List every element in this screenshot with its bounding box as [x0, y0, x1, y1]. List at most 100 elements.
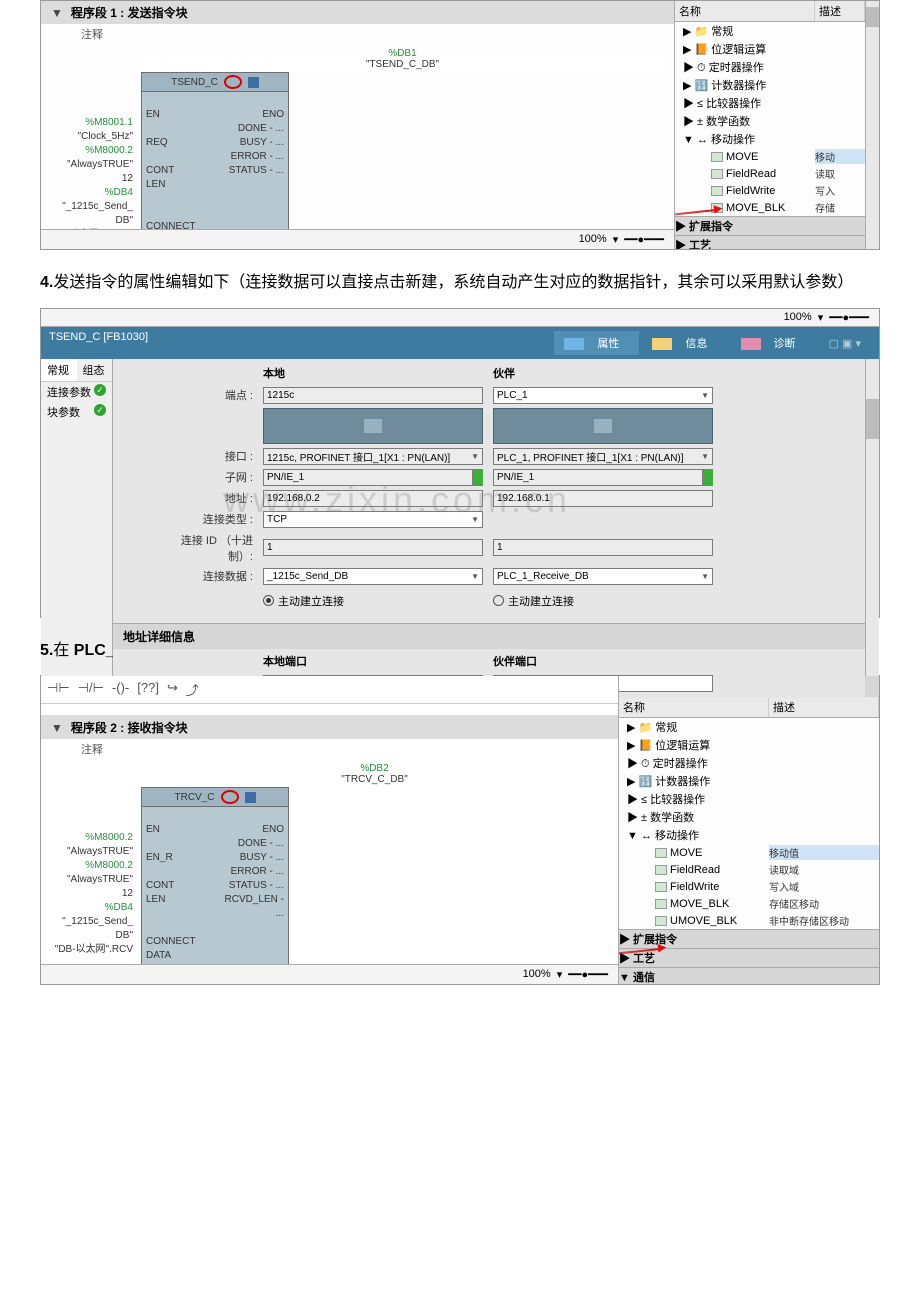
tree-item[interactable]: ▶ 📙 位逻辑运算	[619, 736, 879, 754]
zoom-slider[interactable]: ━━●━━━	[568, 968, 608, 981]
link-icon	[703, 469, 713, 486]
sidebar-tab-config[interactable]: 组态	[77, 359, 113, 382]
hdr-local: 本地	[263, 365, 483, 383]
tree-item[interactable]: ▶ 🔢 计数器操作	[675, 76, 865, 94]
toolbar-button[interactable]: ⊣/⊢	[78, 680, 104, 699]
toolbar-button[interactable]: ⤴	[186, 680, 199, 699]
fb-trcv-c[interactable]: TRCV_C EN EN_R CONT LEN	[141, 787, 289, 980]
tree-item[interactable]: MOVE移动	[675, 148, 865, 165]
tree-item[interactable]: ▼ 通信	[619, 967, 879, 984]
toolbar-button[interactable]: [??]	[137, 680, 159, 699]
toolbar-button[interactable]: -()-	[112, 680, 129, 699]
tree-item[interactable]: ▶ 📁 常规	[619, 718, 879, 736]
instruction-tree: ▾基本指令 名称描述 ▶ 📁 常规▶ 📙 位逻辑运算▶ ⏱ 定时器操作▶ 🔢 计…	[619, 676, 879, 984]
zoom-dropdown-icon[interactable]: ▾	[613, 233, 619, 246]
fb-tsend-c[interactable]: TSEND_C EN REQ CONT LEN	[141, 72, 289, 249]
tree-item[interactable]: FieldWrite写入域	[619, 878, 879, 895]
tree-item[interactable]: ▶ 📁 常规	[675, 22, 865, 40]
toolbar-button[interactable]: ⊣⊢	[47, 680, 70, 699]
tree-item[interactable]: ▶ 扩展指令	[675, 216, 865, 235]
config-icon[interactable]	[245, 792, 256, 803]
block-name: TSEND_C	[171, 77, 218, 88]
status-ok-icon: ✓	[94, 404, 106, 416]
zoom-dropdown-icon[interactable]: ▾	[557, 968, 563, 981]
segment-title: 发送指令块	[128, 6, 188, 20]
sidebar-tab-general[interactable]: 常规	[41, 359, 77, 382]
tree-item[interactable]: ▶ 🔢 计数器操作	[619, 772, 879, 790]
subnet-partner: PN/IE_1	[493, 469, 703, 486]
status-ok-icon: ✓	[94, 384, 106, 396]
tree-item[interactable]: ▼ ↔ 移动操作	[675, 130, 865, 148]
tree-item[interactable]: ▶ 工艺	[675, 235, 865, 249]
radio-active-local[interactable]: 主动建立连接	[263, 593, 483, 609]
instruction-icon	[711, 169, 723, 179]
segment-header[interactable]: ▼ 程序段 1 : 发送指令块	[41, 1, 674, 24]
tree-item[interactable]: MOVE_BLK存储区移动	[619, 895, 879, 912]
tree-item[interactable]: ▶ 📙 位逻辑运算	[675, 40, 865, 58]
tree-item[interactable]: UMOVE_BLK非中断存储区移动	[619, 912, 879, 929]
segment-comment: 注释	[41, 739, 618, 759]
collapse-icon[interactable]: ▼	[51, 721, 63, 735]
screenshot-properties: 100% ▾ ━━●━━━ TSEND_C [FB1030] 属性 信息 诊断 …	[40, 308, 880, 618]
window-controls[interactable]: ▢ ▣ ▾	[819, 335, 871, 352]
zoom-dropdown-icon[interactable]: ▾	[818, 311, 824, 324]
zoom-bar: 100% ▾ ━━●━━━	[41, 229, 674, 249]
tree-item[interactable]: MOVE移动值	[619, 844, 879, 861]
tree-item[interactable]: ▶ ⏱ 定时器操作	[619, 754, 879, 772]
tab-properties[interactable]: 属性	[554, 331, 639, 355]
pins-left: EN REQ CONT LEN CONNECT DATA COM_RST	[142, 92, 215, 249]
segment-header[interactable]: ▼ 程序段 2 : 接收指令块	[41, 716, 618, 739]
addr-local: 192.168.0.2	[263, 490, 483, 507]
sidebar-item-blockparams[interactable]: 块参数✓	[41, 402, 112, 422]
tree-item[interactable]: MOVE_BLK存储	[675, 199, 865, 216]
screenshot-ladder-recv: ⊣⊢⊣/⊢-()- [??]↪⤴ ▼ 程序段 2 : 接收指令块 注释 %DB2…	[40, 675, 880, 985]
connid-partner: 1	[493, 539, 713, 556]
segment-prefix: 程序段 1	[71, 6, 117, 20]
chevron-down-icon: ▼	[701, 391, 709, 400]
conndata-local[interactable]: _1215c_Send_DB▼	[263, 568, 483, 585]
ladder-toolbar: ⊣⊢ ⊣/⊢ -()- [??] ↪ ⤴	[41, 676, 618, 704]
tree-item[interactable]: ▼ ↔ 移动操作	[619, 826, 879, 844]
tree-item[interactable]: ▶ ≤ 比较器操作	[675, 94, 865, 112]
tab-diagnostics[interactable]: 诊断	[731, 331, 816, 355]
segment-prefix: 程序段 2	[71, 721, 117, 735]
link-icon	[473, 469, 483, 486]
tree-item[interactable]: ▶ ≤ 比较器操作	[619, 790, 879, 808]
connid-local: 1	[263, 539, 483, 556]
block-name: TRCV_C	[174, 792, 214, 803]
interface-local[interactable]: 1215c, PROFINET 接口_1[X1 : PN(LAN)]▼	[263, 448, 483, 465]
instruction-icon	[655, 848, 667, 858]
zoom-slider[interactable]: ━━●━━━	[624, 233, 664, 246]
scrollbar[interactable]	[865, 359, 879, 698]
red-circle-annotation	[221, 790, 239, 804]
tree-item[interactable]: FieldWrite写入	[675, 182, 865, 199]
instance-db: %DB1 "TSEND_C_DB"	[141, 48, 664, 70]
radio-active-partner[interactable]: 主动建立连接	[493, 593, 713, 609]
zoom-slider[interactable]: ━━●━━━	[829, 311, 869, 324]
sidebar-item-connection[interactable]: 连接参数✓	[41, 382, 112, 402]
tree-item[interactable]: ▶ ± 数学函数	[619, 808, 879, 826]
caption-4: 4.发送指令的属性编辑如下（连接数据可以直接点击新建，系统自动产生对应的数据指针…	[40, 270, 880, 296]
zoom-value: 100%	[523, 968, 551, 981]
addr-partner: 192.168.0.1	[493, 490, 713, 507]
tree-item[interactable]: FieldRead读取	[675, 165, 865, 182]
config-icon[interactable]	[248, 77, 259, 88]
tab-info[interactable]: 信息	[642, 331, 727, 355]
scrollbar[interactable]	[865, 1, 879, 249]
toolbar-button[interactable]: ↪	[167, 680, 178, 699]
tree-item[interactable]: ▶ ± 数学函数	[675, 112, 865, 130]
instruction-icon	[711, 186, 723, 196]
conntype[interactable]: TCP▼	[263, 511, 483, 528]
interface-partner[interactable]: PLC_1, PROFINET 接口_1[X1 : PN(LAN)]▼	[493, 448, 713, 465]
inspector-title: TSEND_C [FB1030]	[49, 331, 148, 355]
endpoint-partner[interactable]: PLC_1▼	[493, 387, 713, 404]
ladder-editor: ▼ 程序段 1 : 发送指令块 注释 %DB1 "TSEND_C_DB" %M8…	[41, 1, 675, 249]
conndata-partner[interactable]: PLC_1_Receive_DB▼	[493, 568, 713, 585]
zoom-value: 100%	[579, 233, 607, 246]
tree-item[interactable]: ▶ ⏱ 定时器操作	[675, 58, 865, 76]
tree-item[interactable]: FieldRead读取域	[619, 861, 879, 878]
collapse-icon[interactable]: ▼	[51, 6, 63, 20]
section-address-details: 地址详细信息	[113, 623, 865, 649]
screenshot-ladder-send: ▼ 程序段 1 : 发送指令块 注释 %DB1 "TSEND_C_DB" %M8…	[40, 0, 880, 250]
instruction-icon	[655, 899, 667, 909]
